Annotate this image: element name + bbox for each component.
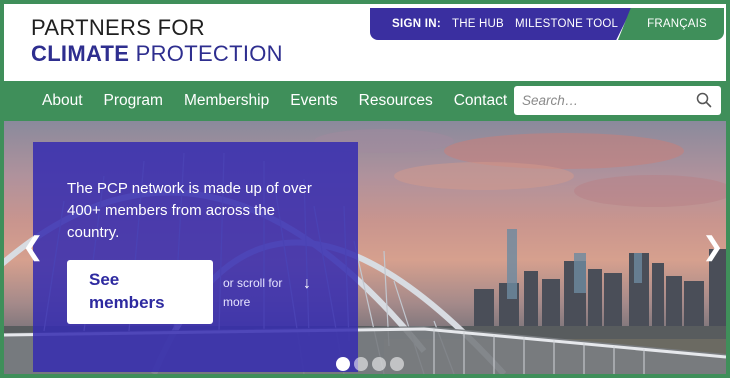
the-hub-link[interactable]: THE HUB	[452, 18, 504, 30]
carousel-dots	[336, 357, 404, 371]
nav-contact[interactable]: Contact	[454, 92, 507, 110]
see-members-line-2: members	[89, 293, 165, 312]
logo-line-2: CLIMATE PROTECTION	[31, 43, 283, 65]
search-icon[interactable]	[696, 92, 712, 108]
scroll-down-icon[interactable]: ↓	[303, 275, 311, 293]
nav-about[interactable]: About	[42, 92, 83, 110]
logo-bold-word: CLIMATE	[31, 41, 130, 66]
nav-items: About Program Membership Events Resource…	[42, 92, 528, 110]
scroll-hint[interactable]: or scroll for more	[223, 274, 293, 312]
search-box	[514, 86, 721, 115]
logo-line-1: PARTNERS FOR	[31, 15, 205, 40]
signin-bar: SIGN IN: THE HUB MILESTONE TOOL	[370, 8, 632, 40]
site-header: PARTNERS FOR CLIMATE PROTECTION SIGN IN:…	[4, 4, 726, 81]
nav-membership[interactable]: Membership	[184, 92, 269, 110]
logo-rest: PROTECTION	[129, 41, 283, 66]
hero-overlay-panel: The PCP network is made up of over 400+ …	[33, 142, 358, 372]
hero-text: The PCP network is made up of over 400+ …	[67, 180, 312, 241]
nav-program[interactable]: Program	[104, 92, 163, 110]
see-members-button[interactable]: See members	[67, 260, 213, 324]
carousel-dot-1[interactable]	[336, 357, 350, 371]
nav-resources[interactable]: Resources	[359, 92, 433, 110]
page-frame: PARTNERS FOR CLIMATE PROTECTION SIGN IN:…	[4, 4, 726, 374]
site-logo[interactable]: PARTNERS FOR CLIMATE PROTECTION	[31, 17, 283, 65]
see-members-line-1: See	[89, 270, 120, 289]
nav-events[interactable]: Events	[290, 92, 337, 110]
carousel-dot-3[interactable]	[372, 357, 386, 371]
carousel-dot-4[interactable]	[390, 357, 404, 371]
search-input[interactable]	[514, 86, 684, 115]
language-toggle[interactable]: FRANÇAIS	[618, 8, 724, 40]
carousel-prev-icon[interactable]: ❮	[22, 234, 44, 260]
carousel-next-icon[interactable]: ❯	[702, 234, 724, 260]
signin-label: SIGN IN:	[392, 18, 442, 30]
hero-carousel: The PCP network is made up of over 400+ …	[4, 121, 726, 374]
main-nav: About Program Membership Events Resource…	[4, 81, 726, 121]
milestone-tool-link[interactable]: MILESTONE TOOL	[515, 18, 618, 30]
carousel-dot-2[interactable]	[354, 357, 368, 371]
